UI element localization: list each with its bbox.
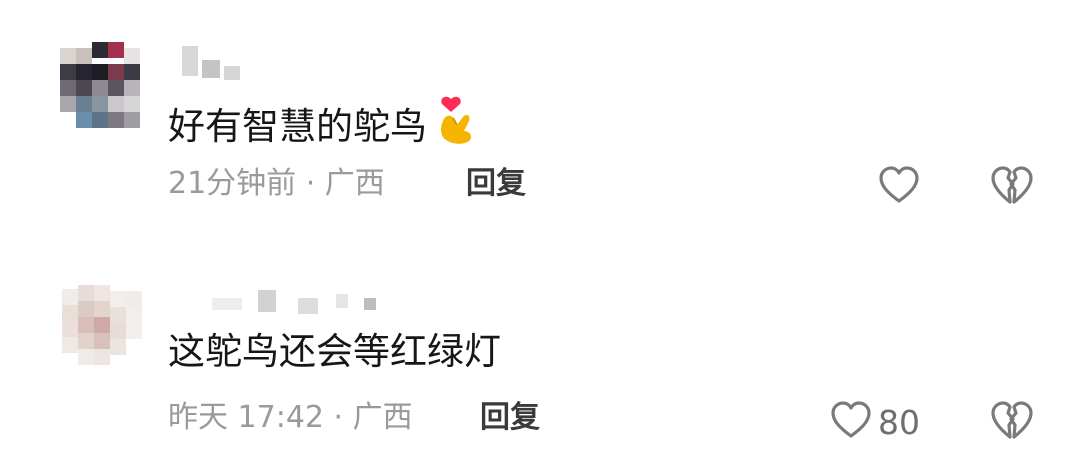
comment-text: 这鸵鸟还会等红绿灯 xyxy=(168,330,501,374)
comment-text-content: 这鸵鸟还会等红绿灯 xyxy=(168,330,501,373)
reply-button[interactable]: 回复 xyxy=(466,164,526,204)
finger-heart-emoji-icon xyxy=(433,95,479,155)
heart-outline-icon xyxy=(878,166,920,208)
broken-heart-icon xyxy=(990,166,1034,210)
like-button[interactable] xyxy=(878,166,920,208)
comment-meta: 21分钟前 · 广西 xyxy=(168,166,385,201)
dislike-button[interactable] xyxy=(990,166,1034,210)
comment-meta: 昨天 17:42 · 广西 xyxy=(168,400,413,435)
avatar[interactable] xyxy=(48,42,148,142)
username-blurred[interactable] xyxy=(212,290,382,324)
comment-item: 这鸵鸟还会等红绿灯 昨天 17:42 · 广西 回复 80 xyxy=(0,235,1080,471)
comment-text: 好有智慧的鸵鸟 xyxy=(168,95,479,155)
reply-button[interactable]: 回复 xyxy=(480,398,540,438)
dislike-button[interactable] xyxy=(990,401,1034,445)
heart-outline-icon xyxy=(830,401,872,443)
avatar[interactable] xyxy=(48,285,148,385)
like-count: 80 xyxy=(878,402,920,442)
like-button[interactable]: 80 xyxy=(830,401,920,443)
comment-text-content: 好有智慧的鸵鸟 xyxy=(168,105,427,148)
comment-item: 好有智慧的鸵鸟 21分钟前 · 广西 回复 xyxy=(0,0,1080,235)
username-blurred[interactable] xyxy=(182,46,242,82)
broken-heart-icon xyxy=(990,401,1034,445)
